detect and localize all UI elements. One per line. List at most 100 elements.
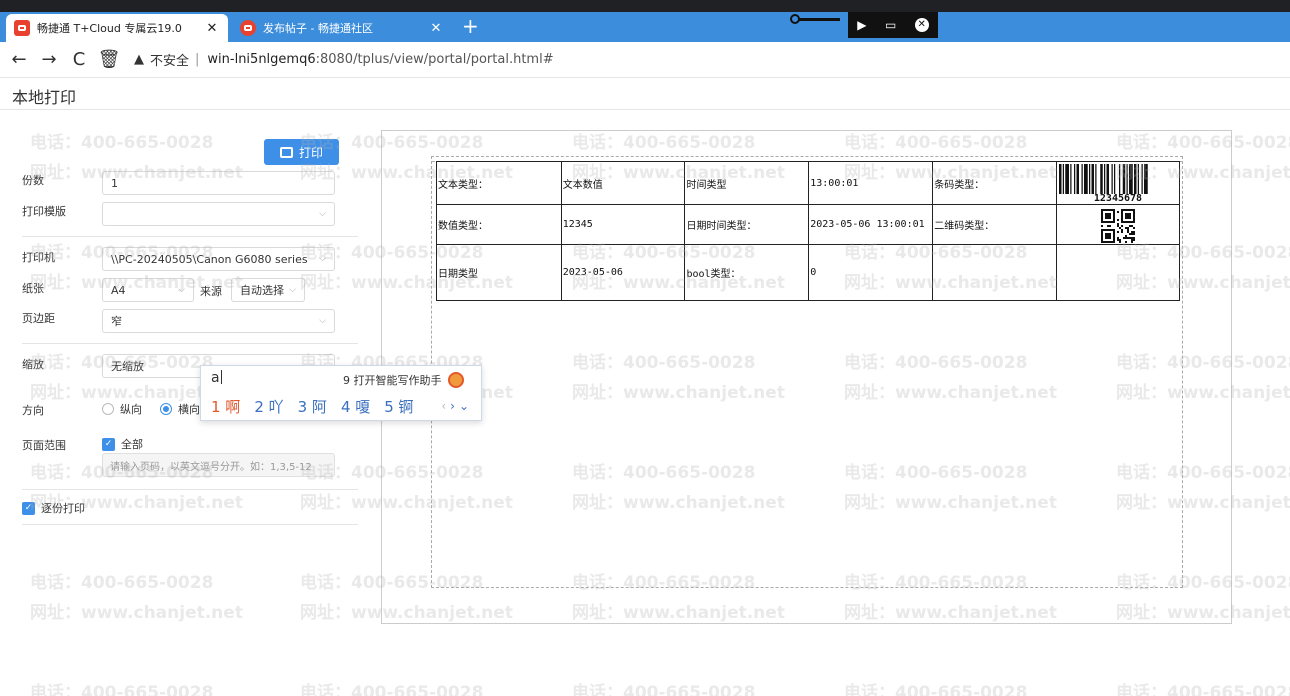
ime-candidate[interactable]: 3 阿	[298, 396, 327, 417]
table-cell: 2023-05-06 13:00:01	[808, 204, 934, 245]
page-title: 本地打印	[12, 88, 77, 107]
cursor-icon[interactable]: ▶	[857, 18, 866, 32]
slider-knob[interactable]	[790, 14, 800, 24]
tab-title: 畅捷通 T+Cloud 专属云19.0	[37, 22, 182, 35]
insecure-label[interactable]: 不安全	[150, 50, 189, 69]
barcode-cell: 12345678	[1055, 161, 1181, 205]
orientation-portrait-radio[interactable]: 纵向	[102, 401, 142, 417]
table-cell: 2023-05-06	[560, 244, 686, 301]
prev-page-icon[interactable]: ‹	[441, 399, 450, 413]
printer-label: 打印机	[22, 251, 55, 264]
qrcode-cell	[1055, 204, 1181, 245]
table-cell	[1055, 244, 1181, 301]
divider	[22, 524, 358, 525]
collate-checkbox[interactable]: ✓ 逐份打印	[22, 500, 85, 516]
new-tab-button[interactable]: +	[462, 14, 479, 38]
watermark-phone: 电话：400-665-0028	[844, 683, 1028, 696]
template-select[interactable]: ⌵	[102, 202, 335, 226]
ime-slider[interactable]	[790, 14, 840, 24]
copies-value: 1	[111, 176, 118, 190]
ime-candidate[interactable]: 1 啊	[211, 396, 240, 417]
table-cell: 日期时间类型：	[684, 204, 810, 245]
landscape-label: 横向	[178, 403, 200, 416]
barcode-image	[1058, 164, 1148, 194]
address-bar: ← → C 🗑 ▲ 不安全 | win-lni5nlgemq6 :8080/tp…	[0, 42, 1290, 78]
portrait-label: 纵向	[120, 403, 142, 416]
orientation-landscape-radio[interactable]: 横向	[160, 401, 200, 417]
print-button-label: 打印	[298, 145, 323, 160]
table-row: 文本类型： 文本数值 时间类型 13:00:01 条码类型： 12345678	[436, 161, 1181, 205]
table-cell: bool类型：	[684, 244, 810, 301]
page-range-input[interactable]: 请输入页码，以英文逗号分开。如：1,3,5-12	[102, 453, 335, 477]
table-cell: 12345	[560, 204, 686, 245]
page-header: 本地打印	[0, 78, 1290, 110]
print-button[interactable]: 打印	[264, 139, 339, 165]
qrcode-image	[1100, 209, 1135, 243]
source-label: 来源	[200, 285, 222, 298]
keyboard-icon[interactable]: ▭	[885, 18, 896, 32]
url-field[interactable]: ▲ 不安全 | win-lni5nlgemq6 :8080/tplus/view…	[134, 50, 554, 69]
chevron-down-icon: ⌵	[319, 254, 326, 264]
preview-table: 文本类型： 文本数值 时间类型 13:00:01 条码类型： 12345678 …	[436, 161, 1181, 301]
close-icon[interactable]: ✕	[204, 21, 220, 36]
ime-toolbar: ▶ ▭ ✕	[848, 12, 938, 38]
slider-track	[796, 18, 840, 21]
table-cell: 0	[808, 244, 934, 301]
divider	[22, 343, 358, 344]
next-page-icon[interactable]: ›	[450, 399, 459, 413]
tab-bar: 畅捷通 T+Cloud 专属云19.0 ✕ 发布帖子 - 畅捷通社区 ✕	[0, 12, 1290, 42]
copies-label: 份数	[22, 174, 44, 187]
ime-candidate[interactable]: 2 吖	[254, 396, 283, 417]
table-cell: 数值类型：	[436, 204, 562, 245]
printer-value: \\PC-20240505\Canon G6080 series	[111, 252, 308, 266]
forward-arrow-icon[interactable]: →	[34, 45, 64, 75]
reload-icon[interactable]: C	[64, 45, 94, 75]
warning-icon[interactable]: ▲	[134, 52, 144, 67]
template-label: 打印模版	[22, 205, 66, 218]
tcloud-favicon-icon	[14, 20, 30, 36]
url-host[interactable]: win-lni5nlgemq6	[207, 52, 315, 67]
chevron-down-icon: ⌵	[319, 316, 326, 326]
margin-label: 页边距	[22, 312, 55, 325]
check-icon: ✓	[22, 501, 35, 515]
ime-composition-text: a	[211, 370, 220, 386]
check-icon: ✓	[102, 437, 115, 451]
expand-icon[interactable]: ⌄	[459, 399, 473, 413]
chevron-down-icon: ⌵	[289, 285, 296, 295]
paper-value: A4	[111, 283, 126, 297]
tab-community[interactable]: 发布帖子 - 畅捷通社区 ✕	[232, 14, 452, 42]
ime-writing-assistant[interactable]: 9 打开智能写作助手	[343, 372, 464, 388]
range-all-checkbox[interactable]: ✓ 全部	[102, 436, 143, 452]
divider	[22, 236, 358, 237]
close-icon[interactable]: ✕	[914, 18, 929, 32]
chevron-down-icon: ⌵	[178, 285, 185, 295]
chevron-down-icon: ⌵	[319, 209, 326, 219]
url-path[interactable]: :8080/tplus/view/portal/portal.html#	[316, 52, 554, 67]
print-preview: 文本类型： 文本数值 时间类型 13:00:01 条码类型： 12345678 …	[381, 130, 1232, 624]
watermark-phone: 电话：400-665-0028	[1116, 683, 1290, 696]
preview-paper: 文本类型： 文本数值 时间类型 13:00:01 条码类型： 12345678 …	[431, 156, 1183, 588]
orientation-label: 方向	[22, 404, 44, 417]
table-cell: 13:00:01	[808, 161, 934, 205]
tab-tcloud[interactable]: 畅捷通 T+Cloud 专属云19.0 ✕	[6, 14, 228, 42]
source-select[interactable]: 自动选择 ⌵	[231, 278, 305, 302]
range-label: 页面范围	[22, 439, 66, 452]
barcode-number: 12345678	[1093, 193, 1143, 204]
collate-label: 逐份打印	[41, 502, 85, 515]
trash-icon[interactable]: 🗑	[94, 45, 124, 75]
community-favicon-icon	[240, 20, 256, 36]
watermark-phone: 电话：400-665-0028	[572, 683, 756, 696]
printer-select[interactable]: \\PC-20240505\Canon G6080 series ⌵	[102, 247, 335, 271]
table-cell: 文本数值	[560, 161, 686, 205]
ime-candidate[interactable]: 4 嗄	[341, 396, 370, 417]
printer-icon	[279, 146, 293, 158]
margin-select[interactable]: 窄 ⌵	[102, 309, 335, 333]
table-row: 日期类型 2023-05-06 bool类型： 0	[436, 244, 1181, 301]
table-cell: 条码类型：	[932, 161, 1057, 205]
back-arrow-icon[interactable]: ←	[4, 45, 34, 75]
paper-select[interactable]: A4 ⌵	[102, 278, 194, 302]
copies-input[interactable]: 1	[102, 171, 335, 195]
close-icon[interactable]: ✕	[428, 21, 444, 36]
tab-title: 发布帖子 - 畅捷通社区	[263, 22, 373, 35]
ime-candidate[interactable]: 5 锕	[384, 396, 413, 417]
